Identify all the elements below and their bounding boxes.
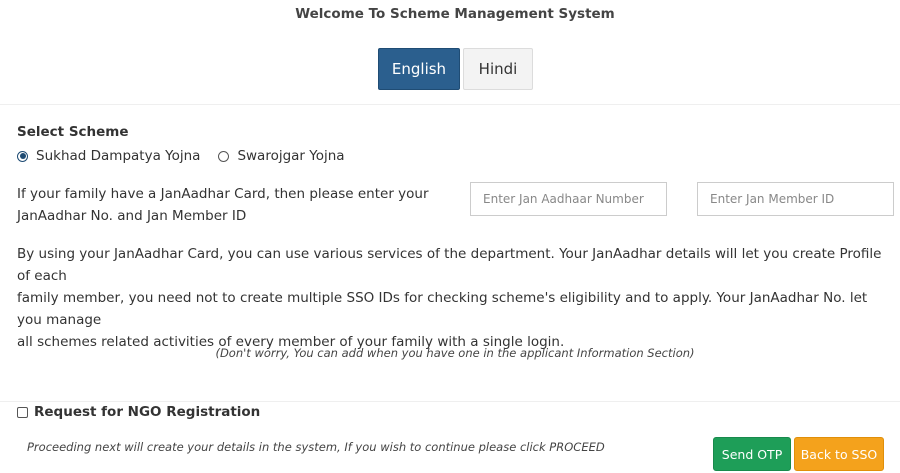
description-line-2: family member, you need not to create mu… (17, 290, 868, 328)
send-otp-button[interactable]: Send OTP (713, 437, 791, 471)
checkbox-icon[interactable] (17, 406, 28, 418)
english-button[interactable]: English (378, 48, 460, 90)
janaadhar-intro: If your family have a JanAadhar Card, th… (17, 183, 437, 227)
hindi-button[interactable]: Hindi (463, 48, 533, 90)
ngo-registration-label: Request for NGO Registration (34, 404, 261, 420)
select-scheme-label: Select Scheme (17, 124, 129, 140)
radio-label-swarojgar: Swarojgar Yojna (237, 148, 345, 164)
radio-label-sukhad: Sukhad Dampatya Yojna (36, 148, 201, 164)
radio-sukhad-dampatya-yojna[interactable]: Sukhad Dampatya Yojna (17, 148, 200, 164)
language-toggle: English Hindi (378, 48, 533, 90)
jan-aadhaar-number-input[interactable] (470, 182, 667, 216)
janaadhar-intro-line-1: If your family have a JanAadhar Card, th… (17, 186, 429, 202)
scheme-radio-group: Sukhad Dampatya Yojna Swarojgar Yojna (17, 148, 363, 164)
ngo-registration-checkbox[interactable]: Request for NGO Registration (17, 404, 260, 420)
radio-checked-icon[interactable] (17, 150, 28, 162)
description-line-1: By using your JanAadhar Card, you can us… (17, 246, 882, 284)
divider-top (0, 104, 900, 105)
page: Welcome To Scheme Management System Engl… (0, 0, 900, 473)
janaadhar-description: By using your JanAadhar Card, you can us… (17, 243, 892, 353)
janaadhar-intro-line-2: JanAadhar No. and Jan Member ID (17, 208, 247, 224)
proceed-note: Proceeding next will create your details… (27, 440, 605, 454)
divider-bottom (0, 401, 900, 402)
back-to-sso-button[interactable]: Back to SSO (794, 437, 884, 471)
radio-unchecked-icon[interactable] (218, 150, 230, 162)
page-title: Welcome To Scheme Management System (295, 6, 615, 22)
dont-worry-note: (Don't worry, You can add when you have … (215, 346, 695, 360)
radio-swarojgar-yojna[interactable]: Swarojgar Yojna (218, 148, 345, 164)
jan-member-id-input[interactable] (697, 182, 894, 216)
